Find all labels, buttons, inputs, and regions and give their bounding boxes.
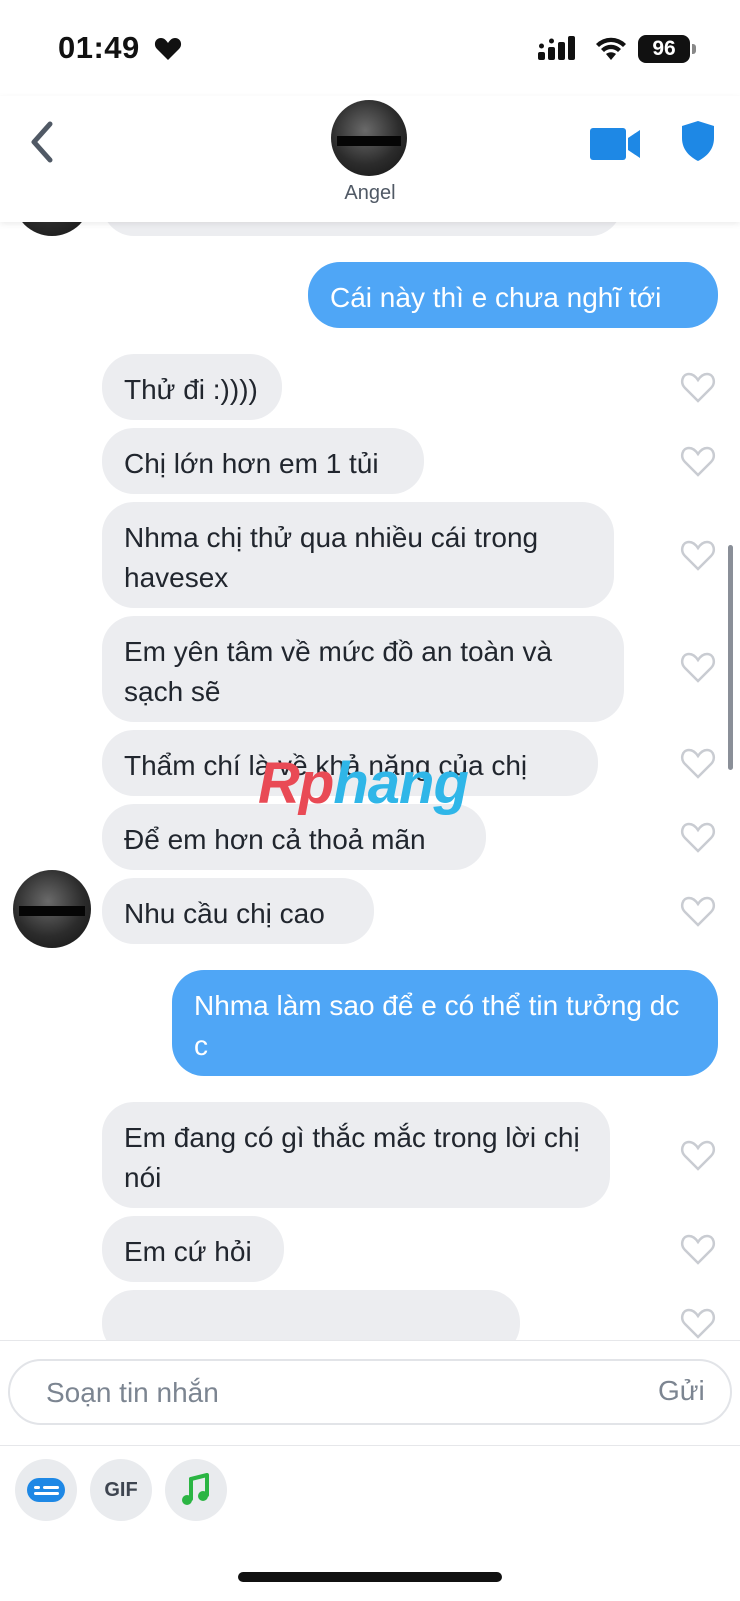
- heart-outline-icon[interactable]: [680, 746, 716, 780]
- heart-outline-icon[interactable]: [680, 444, 716, 478]
- message-bubble-incoming[interactable]: Nhu cầu chị cao: [102, 878, 374, 944]
- watermark: Rphang: [258, 750, 469, 817]
- heart-outline-icon[interactable]: [680, 820, 716, 854]
- sticker-button[interactable]: [15, 1459, 77, 1521]
- back-chevron-icon[interactable]: [22, 116, 62, 168]
- chat-header: Angel: [0, 96, 740, 222]
- heart-outline-icon[interactable]: [680, 1138, 716, 1172]
- shield-icon[interactable]: [680, 120, 716, 162]
- contact-name[interactable]: Angel: [0, 182, 740, 205]
- contact-avatar[interactable]: [331, 100, 407, 176]
- status-bar: 01:49 96: [0, 0, 740, 96]
- watermark-part1: Rp: [258, 751, 334, 816]
- heart-outline-icon[interactable]: [680, 894, 716, 928]
- message-bubble-outgoing[interactable]: Nhma làm sao để e có thể tin tưởng dc c: [172, 970, 718, 1076]
- sticker-card-icon: [27, 1478, 65, 1502]
- heart-outline-icon[interactable]: [680, 1232, 716, 1266]
- message-bubble-partial: [102, 1290, 520, 1340]
- message-bubble-incoming[interactable]: Chị lớn hơn em 1 tủi: [102, 428, 424, 494]
- scrollbar[interactable]: [728, 545, 733, 770]
- composer: Gửi GIF: [0, 1340, 740, 1601]
- message-bubble-incoming[interactable]: Nhma chị thử qua nhiều cái trong havesex: [102, 502, 614, 608]
- message-bubble-outgoing[interactable]: Cái này thì e chưa nghĩ tới: [308, 262, 718, 328]
- signal-icon: [538, 36, 575, 60]
- heart-outline-icon[interactable]: [680, 370, 716, 404]
- wifi-icon: [596, 37, 626, 60]
- music-note-icon: [182, 1473, 209, 1505]
- video-camera-icon[interactable]: [590, 126, 642, 162]
- message-input[interactable]: [44, 1371, 608, 1415]
- message-input-box[interactable]: Gửi: [8, 1359, 732, 1425]
- status-time: 01:49: [58, 30, 140, 65]
- divider: [0, 1445, 740, 1446]
- message-bubble-incoming[interactable]: Thử đi :)))): [102, 354, 282, 420]
- send-button[interactable]: Gửi: [658, 1375, 705, 1407]
- heart-outline-icon[interactable]: [680, 538, 716, 572]
- message-bubble-incoming[interactable]: Em yên tâm về mức đồ an toàn và sạch sẽ: [102, 616, 624, 722]
- message-bubble-incoming[interactable]: Em cứ hỏi: [102, 1216, 284, 1282]
- music-button[interactable]: [165, 1459, 227, 1521]
- heart-outline-icon[interactable]: [680, 650, 716, 684]
- battery-nub: [692, 44, 696, 54]
- home-indicator[interactable]: [238, 1572, 502, 1582]
- watermark-part2: hang: [333, 751, 469, 816]
- battery-indicator: 96: [638, 35, 690, 63]
- message-bubble-incoming[interactable]: Em đang có gì thắc mắc trong lời chị nói: [102, 1102, 610, 1208]
- contact-avatar-small[interactable]: [13, 870, 91, 948]
- gif-button[interactable]: GIF: [90, 1459, 152, 1521]
- heart-outline-icon[interactable]: [680, 1306, 716, 1340]
- heart-icon: [154, 38, 182, 60]
